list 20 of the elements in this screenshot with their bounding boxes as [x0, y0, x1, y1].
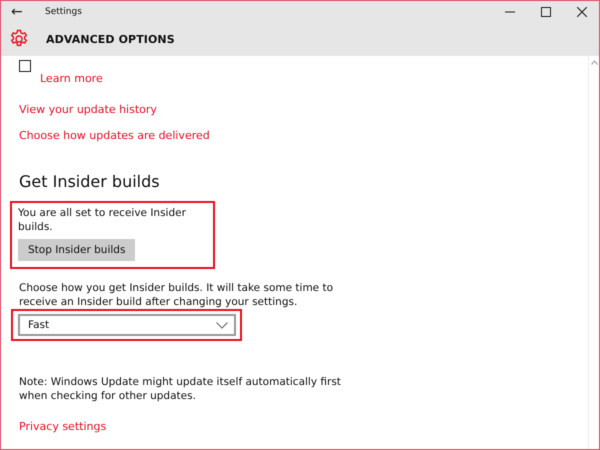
page-title: ADVANCED OPTIONS	[46, 32, 175, 46]
scrollbar[interactable]	[588, 56, 599, 449]
privacy-link[interactable]: Privacy settings	[19, 420, 106, 433]
chevron-icon	[216, 322, 228, 328]
back-button[interactable]: ←	[1, 4, 41, 20]
delivery-link[interactable]: Choose how updates are delivered	[19, 129, 210, 142]
learn-more-link[interactable]: Learn more	[40, 72, 103, 85]
settings-icon	[9, 29, 29, 49]
scroll-up-icon[interactable]	[590, 60, 598, 65]
note-text: Note: Windows Update might update itself automatically first when checking for other updates.	[19, 375, 342, 403]
checkbox[interactable]	[19, 60, 31, 72]
window-title: Settings	[45, 7, 82, 17]
update-history-link[interactable]: View your update history	[19, 103, 157, 116]
stop-insider-button[interactable]: Stop Insider builds	[18, 239, 136, 261]
section-heading: Get Insider builds	[19, 172, 160, 191]
description-text: Choose how you get Insider builds. It will take some time to receive an Insider build after changing your settings.	[19, 281, 334, 309]
maximize-icon[interactable]	[541, 7, 551, 17]
status-text: You are all set to receive Insider builds.	[18, 206, 187, 234]
ring-dropdown[interactable]: Fast	[18, 314, 236, 336]
close-icon[interactable]	[577, 7, 587, 17]
